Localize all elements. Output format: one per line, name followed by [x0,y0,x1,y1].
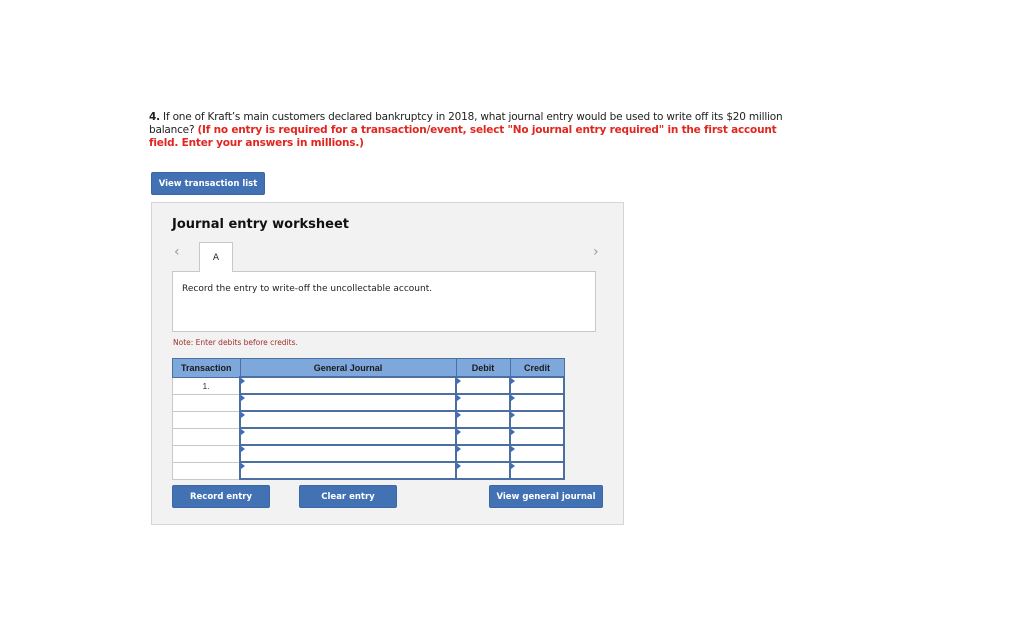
table-row: 1. [172,376,565,395]
input-marker-icon [457,412,461,418]
input-marker-icon [511,412,515,418]
question-number: 4. [149,111,160,123]
input-marker-icon [457,463,461,469]
record-entry-button[interactable]: Record entry [172,485,270,508]
chevron-left-icon[interactable]: ‹ [174,244,180,260]
account-select-cell[interactable] [239,427,457,446]
tab-a[interactable]: A [199,242,233,272]
input-marker-icon [511,429,515,435]
input-marker-icon [457,446,461,452]
debit-input-cell[interactable] [455,376,511,395]
input-marker-icon [241,463,245,469]
transaction-number-cell [172,444,241,463]
transaction-number-cell [172,461,241,480]
debit-input-cell[interactable] [455,427,511,446]
input-marker-icon [457,395,461,401]
header-debit: Debit [455,358,511,378]
input-marker-icon [511,395,515,401]
table-row [172,410,565,429]
table-header-row: Transaction General Journal Debit Credit [172,358,565,378]
header-general-journal: General Journal [239,358,457,378]
input-marker-icon [241,378,245,384]
header-credit: Credit [509,358,565,378]
table-row [172,393,565,412]
input-marker-icon [457,429,461,435]
input-marker-icon [511,378,515,384]
debit-input-cell[interactable] [455,393,511,412]
account-select-cell[interactable] [239,410,457,429]
table-row [172,444,565,463]
credit-input-cell[interactable] [509,461,565,480]
question-text: 4. If one of Kraft’s main customers decl… [149,111,809,150]
account-select-cell[interactable] [239,444,457,463]
view-transaction-list-button[interactable]: View transaction list [151,172,265,195]
worksheet-title: Journal entry worksheet [172,217,349,232]
input-marker-icon [511,446,515,452]
header-transaction: Transaction [172,358,241,378]
transaction-number-cell [172,393,241,412]
credit-input-cell[interactable] [509,410,565,429]
view-general-journal-button[interactable]: View general journal [489,485,603,508]
table-row [172,427,565,446]
debit-input-cell[interactable] [455,461,511,480]
transaction-number-cell: 1. [172,376,241,395]
transaction-description-box: Record the entry to write-off the uncoll… [172,271,596,332]
transaction-description: Record the entry to write-off the uncoll… [182,284,433,294]
transaction-number-cell [172,410,241,429]
input-marker-icon [511,463,515,469]
input-marker-icon [241,412,245,418]
credit-input-cell[interactable] [509,376,565,395]
debit-input-cell[interactable] [455,410,511,429]
account-select-cell[interactable] [239,393,457,412]
credit-input-cell[interactable] [509,393,565,412]
journal-table: Transaction General Journal Debit Credit… [172,358,565,480]
input-marker-icon [457,378,461,384]
chevron-right-icon[interactable]: › [593,244,599,260]
account-select-cell[interactable] [239,376,457,395]
input-marker-icon [241,429,245,435]
input-marker-icon [241,395,245,401]
transaction-number-cell [172,427,241,446]
note-text: Note: Enter debits before credits. [173,338,298,347]
question-instruction: (If no entry is required for a transacti… [149,124,777,149]
table-row [172,461,565,480]
credit-input-cell[interactable] [509,444,565,463]
debit-input-cell[interactable] [455,444,511,463]
account-select-cell[interactable] [239,461,457,480]
clear-entry-button[interactable]: Clear entry [299,485,397,508]
journal-entry-worksheet: Journal entry worksheet ‹ › A Record the… [151,202,624,525]
input-marker-icon [241,446,245,452]
credit-input-cell[interactable] [509,427,565,446]
